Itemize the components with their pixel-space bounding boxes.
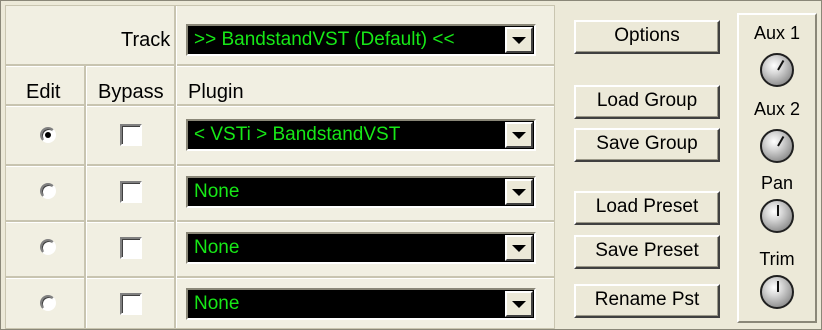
track-select-value: >> BandstandVST (Default) <<	[194, 29, 455, 50]
plugin-dropdown-button[interactable]	[505, 122, 533, 148]
plugin-select-value: None	[194, 181, 240, 202]
edit-column-header: Edit	[26, 81, 61, 103]
plugin-grid: Track >> BandstandVST (Default) << Edit …	[5, 5, 555, 329]
plugin-dropdown-button[interactable]	[505, 179, 533, 205]
edit-radio-2[interactable]	[40, 183, 56, 199]
knob-indicator	[777, 59, 785, 71]
knob-indicator	[777, 281, 779, 292]
plugin-select-value: None	[194, 237, 240, 258]
aux1-label: Aux 1	[753, 23, 801, 43]
grid-divider	[6, 64, 554, 67]
options-button[interactable]: Options	[574, 20, 720, 54]
grid-divider	[6, 164, 554, 167]
rename-preset-button[interactable]: Rename Pst	[574, 284, 720, 318]
grid-divider	[6, 104, 554, 107]
track-select[interactable]: >> BandstandVST (Default) <<	[186, 24, 536, 56]
aux2-label: Aux 2	[753, 99, 801, 119]
plugin-dropdown-button[interactable]	[505, 291, 533, 317]
grid-divider	[174, 6, 177, 328]
edit-radio-3[interactable]	[40, 239, 56, 255]
knob-indicator	[777, 205, 779, 216]
plugin-window: Track >> BandstandVST (Default) << Edit …	[0, 0, 822, 330]
grid-divider	[6, 220, 554, 223]
knob-panel: Aux 1 Aux 2 Pan Trim	[737, 13, 817, 323]
chevron-down-icon	[512, 300, 526, 308]
bypass-checkbox-4[interactable]	[120, 293, 142, 315]
grid-divider	[84, 66, 87, 328]
plugin-select-value: < VSTi > BandstandVST	[194, 124, 401, 145]
plugin-column-header: Plugin	[188, 81, 244, 103]
plugin-select-4[interactable]: None	[186, 288, 536, 320]
trim-label: Trim	[759, 249, 795, 269]
plugin-select-2[interactable]: None	[186, 176, 536, 208]
plugin-dropdown-button[interactable]	[505, 235, 533, 261]
bypass-checkbox-1[interactable]	[120, 124, 142, 146]
load-group-button[interactable]: Load Group	[574, 85, 720, 119]
plugin-select-3[interactable]: None	[186, 232, 536, 264]
bypass-checkbox-3[interactable]	[120, 237, 142, 259]
track-label: Track	[121, 29, 171, 51]
pan-label: Pan	[760, 173, 794, 193]
bypass-column-header: Bypass	[98, 81, 164, 103]
aux2-knob-icon[interactable]	[760, 129, 794, 163]
trim-knob-icon[interactable]	[760, 275, 794, 309]
aux1-knob-icon[interactable]	[760, 53, 794, 87]
knob-indicator	[777, 135, 785, 147]
plugin-select-1[interactable]: < VSTi > BandstandVST	[186, 119, 536, 151]
bypass-checkbox-2[interactable]	[120, 181, 142, 203]
save-group-button[interactable]: Save Group	[574, 128, 720, 162]
grid-divider	[6, 276, 554, 279]
chevron-down-icon	[512, 36, 526, 44]
edit-radio-1[interactable]	[40, 127, 56, 143]
save-preset-button[interactable]: Save Preset	[574, 235, 720, 269]
chevron-down-icon	[512, 188, 526, 196]
pan-knob-icon[interactable]	[760, 199, 794, 233]
track-dropdown-button[interactable]	[505, 27, 533, 53]
radio-dot	[45, 132, 51, 138]
chevron-down-icon	[512, 131, 526, 139]
chevron-down-icon	[512, 244, 526, 252]
plugin-select-value: None	[194, 293, 240, 314]
edit-radio-4[interactable]	[40, 295, 56, 311]
load-preset-button[interactable]: Load Preset	[574, 191, 720, 225]
